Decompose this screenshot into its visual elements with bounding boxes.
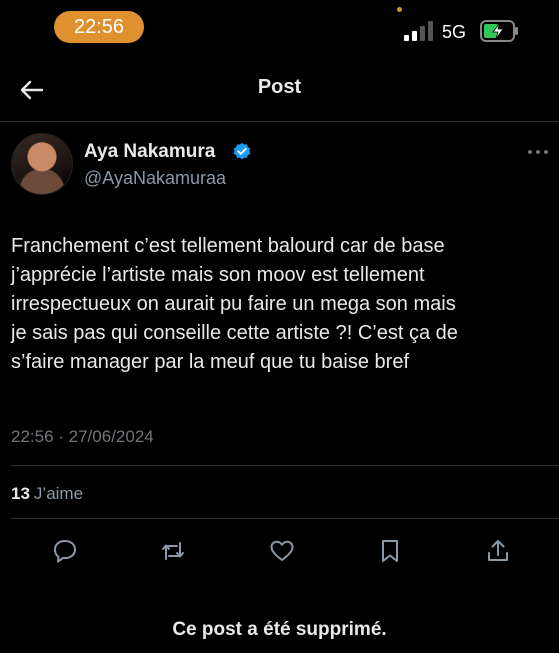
deleted-notice: Ce post a été supprimé. xyxy=(172,619,387,640)
share-icon xyxy=(488,540,508,561)
divider xyxy=(11,465,559,466)
repost-icon xyxy=(162,542,184,560)
heart-icon xyxy=(270,540,294,561)
like-button[interactable] xyxy=(268,537,296,565)
status-bar: 22:56 5G xyxy=(0,0,559,56)
author-handle[interactable]: @AyaNakamuraa xyxy=(84,168,226,189)
battery-charging-icon xyxy=(480,20,518,42)
like-label: J’aime xyxy=(33,484,84,503)
verified-badge-icon xyxy=(233,142,251,160)
privacy-indicator-icon xyxy=(397,7,402,12)
more-options-icon[interactable] xyxy=(527,148,549,156)
avatar[interactable] xyxy=(11,133,73,195)
page-title: Post xyxy=(257,76,302,98)
post-screen: 22:56 5G Post Aya Nakamura @AyaNakamuraa xyxy=(0,0,559,653)
like-summary[interactable]: 13 J’aime xyxy=(11,484,83,504)
divider xyxy=(11,518,559,519)
post-timestamp[interactable]: 22:56 · 27/06/2024 xyxy=(11,427,154,447)
top-header: Post xyxy=(0,62,559,118)
network-type: 5G xyxy=(442,22,467,42)
reply-button[interactable] xyxy=(51,537,79,565)
bookmark-button[interactable] xyxy=(376,537,404,565)
bookmark-icon xyxy=(382,540,398,562)
author-name[interactable]: Aya Nakamura xyxy=(84,141,215,163)
like-count: 13 xyxy=(11,484,30,503)
share-button[interactable] xyxy=(484,537,512,565)
post-text: Franchement c’est tellement balourd car … xyxy=(11,235,458,373)
comment-icon xyxy=(54,540,76,563)
signal-strength-icon xyxy=(404,21,433,41)
repost-button[interactable] xyxy=(159,537,187,565)
divider xyxy=(0,121,559,122)
status-time: 22:56 xyxy=(54,11,144,43)
